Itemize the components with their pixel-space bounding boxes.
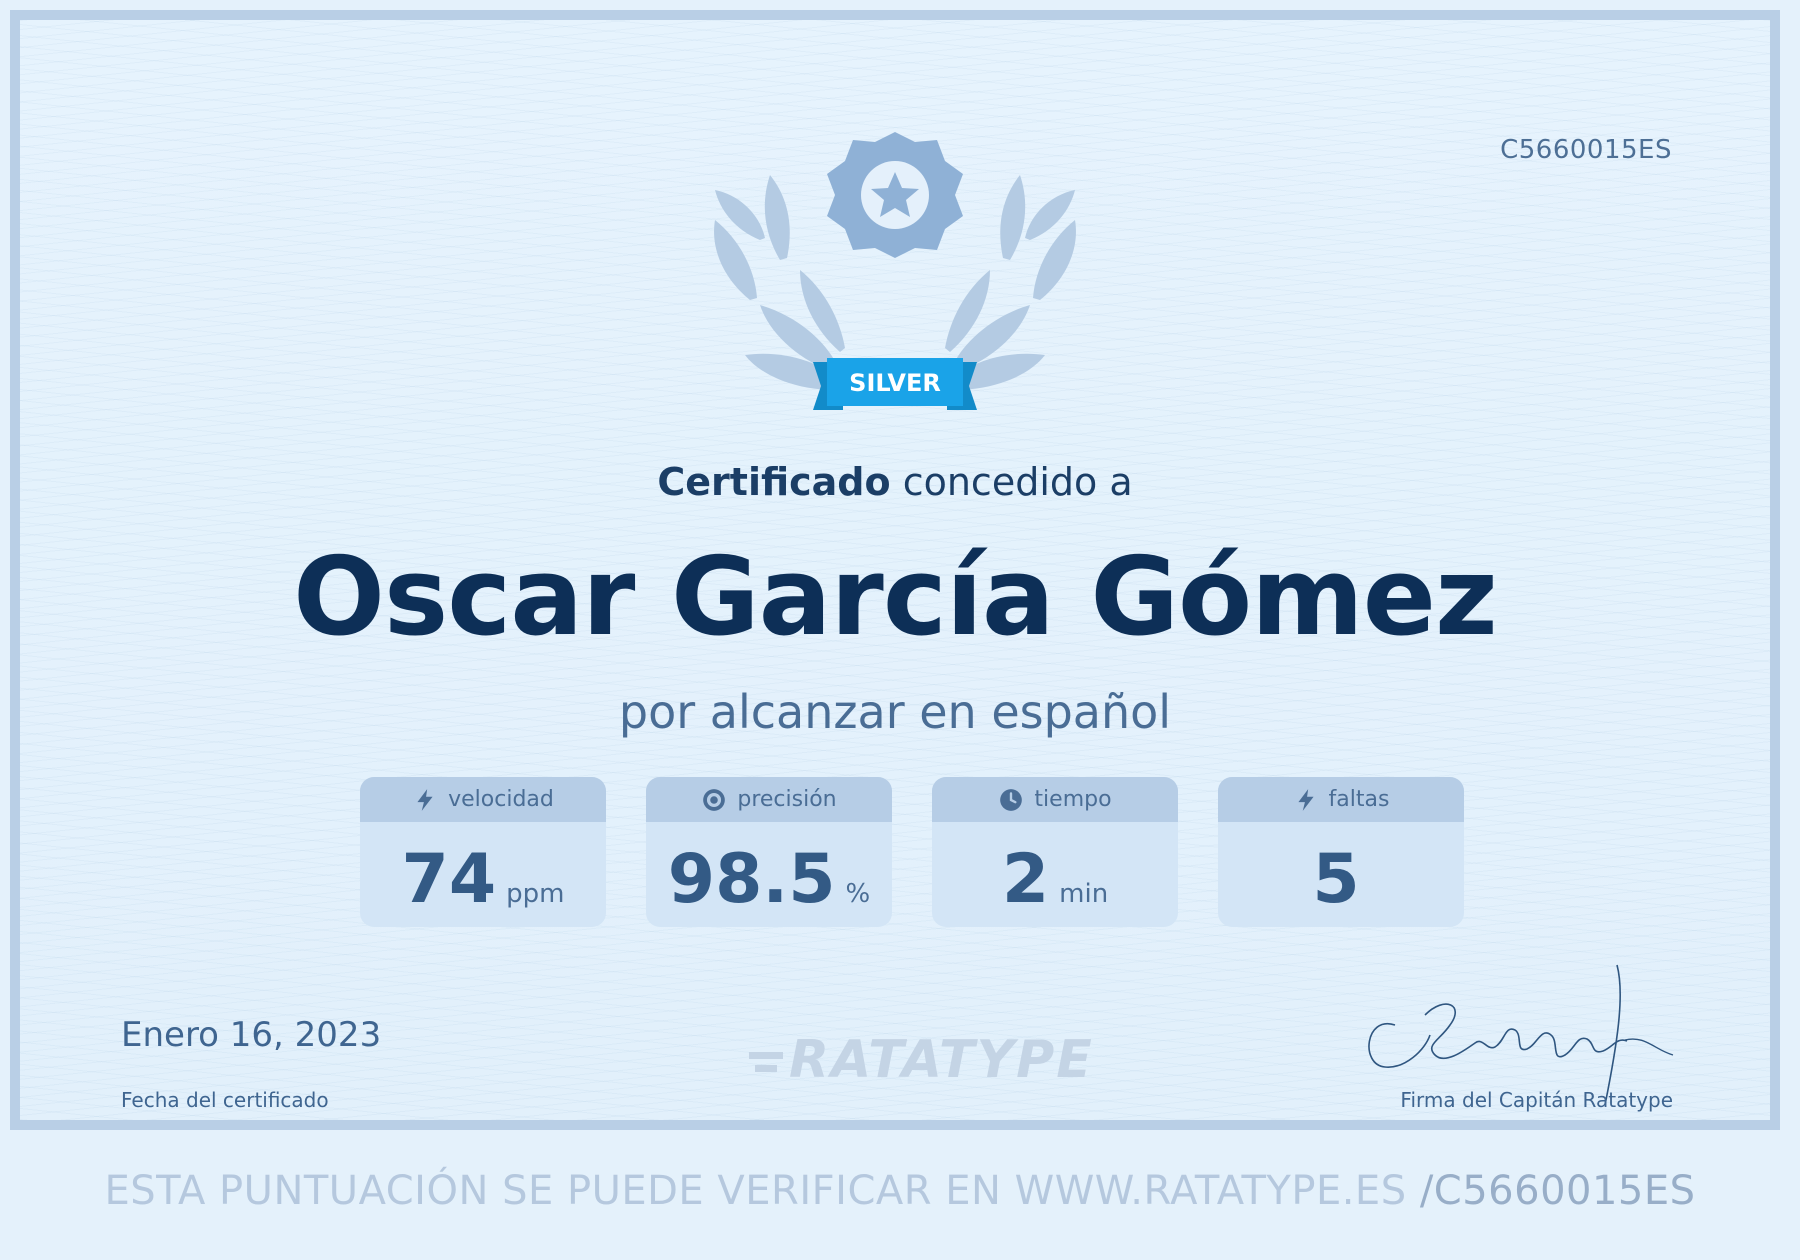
certificate-heading: Certificado concedido a — [20, 460, 1770, 504]
target-icon — [703, 788, 726, 811]
certificate-date-label: Fecha del certificado — [121, 1088, 329, 1112]
stat-value: 74 — [401, 840, 497, 919]
stat-value: 98.5 — [667, 840, 836, 919]
silver-ribbon: SILVER — [813, 358, 977, 410]
silver-badge-label: SILVER — [849, 369, 941, 397]
signature-label: Firma del Capitán Ratatype — [1400, 1088, 1673, 1112]
clock-icon — [1000, 788, 1023, 811]
star-medal-icon — [827, 132, 963, 258]
stat-accuracy: precisión 98.5 % — [646, 777, 892, 927]
verification-footer: ESTA PUNTUACIÓN SE PUEDE VERIFICAR EN WW… — [0, 1168, 1800, 1214]
stat-value: 5 — [1312, 840, 1360, 919]
stat-unit: % — [845, 879, 871, 909]
stat-label: precisión — [737, 787, 837, 812]
certificate-id: C5660015ES — [1500, 135, 1672, 165]
logo-text: RATATYPE — [789, 1030, 1094, 1090]
ratatype-logo: RATATYPE — [745, 1030, 1094, 1090]
certificate-date: Enero 16, 2023 — [121, 1015, 382, 1055]
right-laurel-icon — [945, 175, 1076, 390]
stats-row: velocidad 74 ppm precisión 98.5 % tiempo — [360, 777, 1464, 927]
verify-link[interactable]: /C5660015ES — [1420, 1168, 1696, 1214]
stat-value: 2 — [1001, 840, 1050, 919]
certificate-card: C5660015ES SILVER Certificado concedido … — [10, 10, 1780, 1130]
stat-time: tiempo 2 min — [932, 777, 1178, 927]
bolt-icon — [417, 788, 433, 811]
stat-errors: faltas 5 — [1218, 777, 1464, 927]
logo-speed-bars-icon — [749, 1052, 783, 1072]
achievement-subtitle: por alcanzar en español — [618, 685, 1172, 739]
heading-rest: concedido a — [902, 460, 1133, 504]
bolt-icon — [1297, 788, 1314, 811]
stat-label: tiempo — [1034, 787, 1112, 812]
stat-label: faltas — [1328, 787, 1390, 812]
stat-label: velocidad — [448, 787, 554, 812]
stat-speed: velocidad 74 ppm — [360, 777, 606, 927]
heading-strong: Certificado — [657, 460, 891, 504]
recipient-name: Oscar García Gómez — [293, 535, 1498, 660]
verify-text: ESTA PUNTUACIÓN SE PUEDE VERIFICAR EN WW… — [104, 1168, 1407, 1214]
stat-unit: ppm — [506, 879, 565, 909]
stat-unit: min — [1059, 879, 1109, 909]
left-laurel-icon — [714, 175, 845, 390]
silver-award-emblem: SILVER — [714, 132, 1076, 410]
